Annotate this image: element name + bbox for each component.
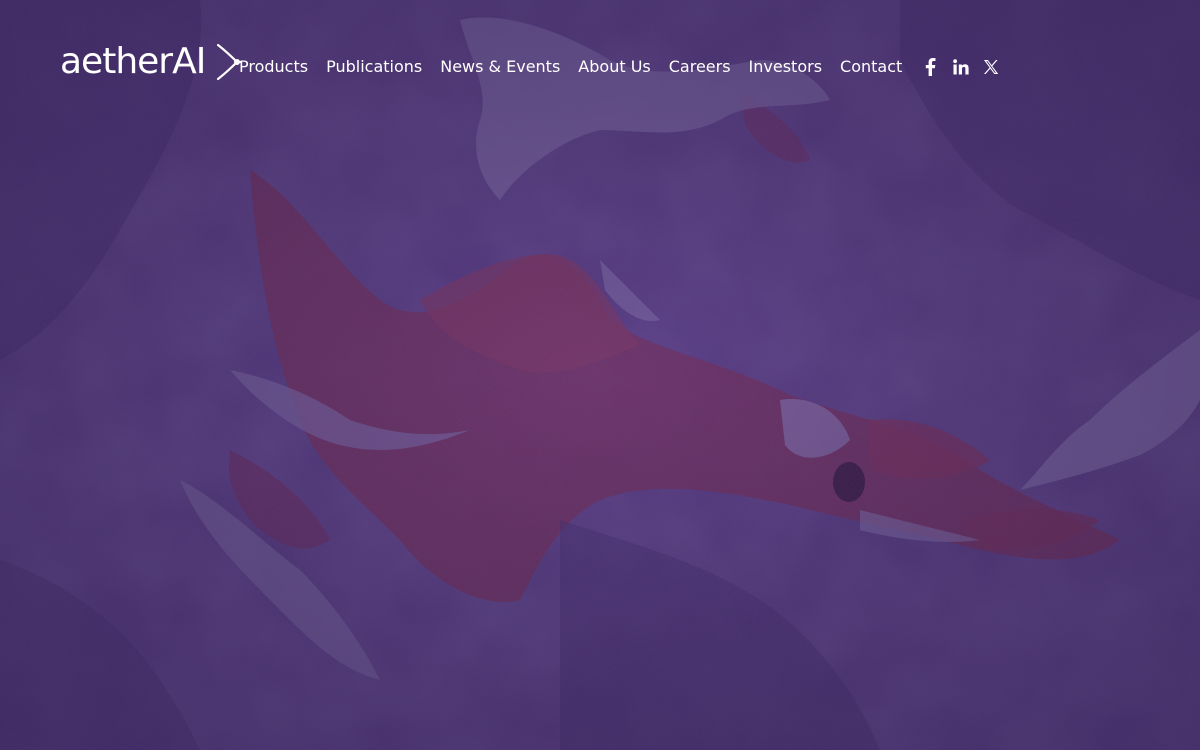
social-links xyxy=(921,56,1001,78)
brand-name: aetherAI xyxy=(60,41,206,82)
x-icon[interactable] xyxy=(981,57,1001,77)
linkedin-icon[interactable] xyxy=(951,57,971,77)
brand-logo[interactable]: aetherAI xyxy=(60,40,243,84)
facebook-icon[interactable] xyxy=(921,57,941,77)
nav-item-careers[interactable]: Careers xyxy=(669,54,731,80)
main-nav: Products Publications News & Events Abou… xyxy=(239,54,902,80)
nav-item-contact[interactable]: Contact xyxy=(840,54,902,80)
nav-item-publications[interactable]: Publications xyxy=(326,54,422,80)
site-header: aetherAI Products Publications News & Ev… xyxy=(0,0,1200,134)
nav-item-news-events[interactable]: News & Events xyxy=(440,54,560,80)
nav-item-investors[interactable]: Investors xyxy=(749,54,822,80)
nav-item-about-us[interactable]: About Us xyxy=(578,54,650,80)
hero-section: aetherAI Products Publications News & Ev… xyxy=(0,0,1200,750)
nav-item-products[interactable]: Products xyxy=(239,54,308,80)
